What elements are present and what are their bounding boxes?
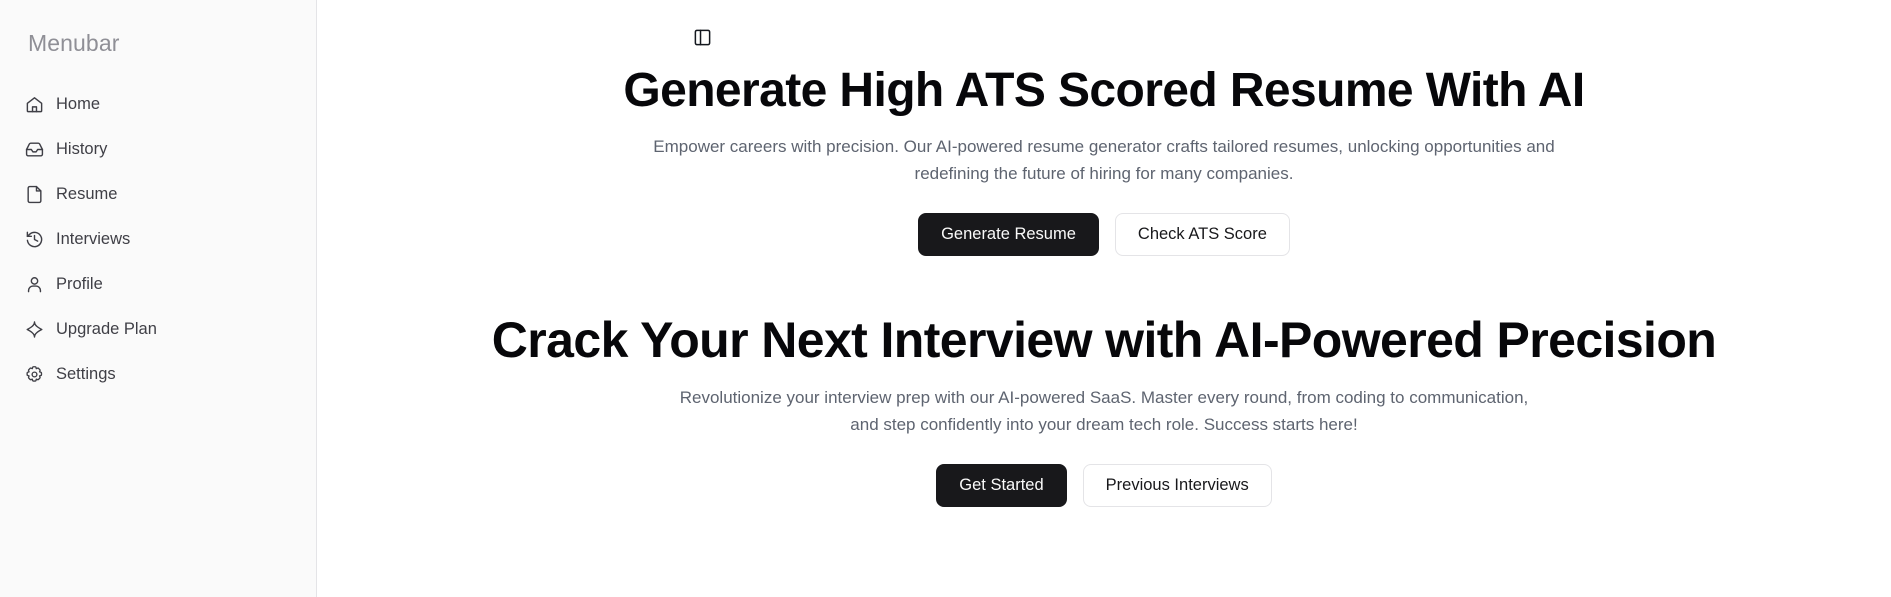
hero-section-interview: Crack Your Next Interview with AI-Powere… (317, 311, 1891, 508)
sidebar: Menubar Home History Resume Interviews P… (0, 0, 317, 597)
sidebar-item-history[interactable]: History (12, 132, 304, 168)
history-clock-icon (25, 230, 44, 249)
hero-section-resume: Generate High ATS Scored Resume With AI … (317, 63, 1891, 256)
check-ats-score-button[interactable]: Check ATS Score (1114, 212, 1290, 256)
previous-interviews-button[interactable]: Previous Interviews (1082, 464, 1272, 508)
sidebar-item-label: History (56, 140, 108, 159)
sidebar-item-profile[interactable]: Profile (12, 267, 304, 303)
cta-row: Get Started Previous Interviews (936, 464, 1272, 508)
sidebar-item-upgrade-plan[interactable]: Upgrade Plan (12, 312, 304, 348)
sidebar-item-resume[interactable]: Resume (12, 177, 304, 213)
file-icon (25, 185, 44, 204)
get-started-button[interactable]: Get Started (936, 464, 1067, 508)
home-icon (25, 95, 44, 114)
page-title: Generate High ATS Scored Resume With AI (623, 64, 1585, 117)
sidebar-item-settings[interactable]: Settings (12, 357, 304, 393)
inbox-icon (25, 140, 44, 159)
sidebar-item-label: Home (56, 95, 101, 114)
gear-icon (25, 365, 44, 384)
sidebar-item-home[interactable]: Home (12, 87, 304, 123)
sidebar-title: Menubar (28, 30, 120, 56)
page-subtitle: Empower careers with precision. Our AI-p… (653, 137, 1555, 183)
panel-left-icon[interactable] (685, 20, 719, 54)
sparkle-icon (25, 320, 44, 339)
sidebar-item-interviews[interactable]: Interviews (12, 222, 304, 258)
sidebar-item-label: Profile (56, 275, 103, 294)
app-root: Menubar Home History Resume Interviews P… (0, 0, 1891, 597)
main-content: Generate High ATS Scored Resume With AI … (317, 0, 1891, 597)
generate-resume-button[interactable]: Generate Resume (918, 212, 1099, 256)
sidebar-item-label: Upgrade Plan (56, 320, 157, 339)
page-title: Crack Your Next Interview with AI-Powere… (491, 311, 1717, 368)
sidebar-item-label: Resume (56, 185, 118, 204)
sidebar-nav: Home History Resume Interviews Profile U… (0, 87, 316, 402)
page-sections: Generate High ATS Scored Resume With AI … (317, 0, 1891, 508)
cta-row: Generate Resume Check ATS Score (918, 212, 1290, 256)
sidebar-item-label: Interviews (56, 230, 131, 249)
user-icon (25, 275, 44, 294)
sidebar-item-label: Settings (56, 365, 116, 384)
page-subtitle: Revolutionize your interview prep with o… (679, 388, 1529, 434)
